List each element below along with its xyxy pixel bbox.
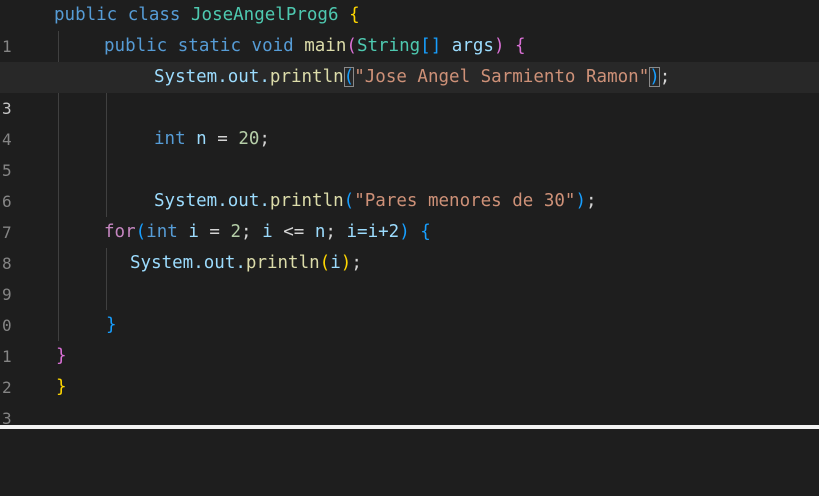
brace: } bbox=[56, 346, 67, 366]
keyword: public bbox=[54, 5, 118, 25]
paren: ( bbox=[135, 222, 147, 242]
semicolon: ; bbox=[241, 222, 252, 242]
operator: = bbox=[209, 222, 220, 242]
code-line[interactable]: 6 bbox=[0, 155, 819, 211]
code-line[interactable]: 1 } bbox=[0, 310, 819, 366]
semicolon: ; bbox=[659, 67, 671, 87]
code-line[interactable]: 4 bbox=[0, 93, 819, 149]
variable: i bbox=[330, 253, 341, 273]
paren: ) bbox=[493, 36, 505, 56]
paren: ) bbox=[399, 222, 410, 242]
code-line[interactable]: 1 public class JoseAngelProg6 { bbox=[0, 0, 819, 56]
semicolon: ; bbox=[351, 253, 362, 273]
code-line[interactable]: 8 for(int i = 2; i <= n; i=i+2) { bbox=[0, 217, 819, 273]
code-line[interactable]: 9 System.out.println(i); bbox=[0, 248, 819, 304]
system-out: System.out. bbox=[130, 253, 246, 273]
paren-match: ( bbox=[343, 67, 355, 87]
string-literal: "Pares menores de 30" bbox=[354, 191, 576, 211]
semicolon: ; bbox=[586, 191, 597, 211]
parameter: args bbox=[451, 36, 494, 56]
class-name: JoseAngelProg6 bbox=[191, 5, 339, 25]
paren-match: ) bbox=[649, 67, 660, 87]
bottom-border bbox=[0, 425, 819, 429]
keyword: int bbox=[146, 222, 178, 242]
code-line[interactable]: 0 bbox=[0, 279, 819, 335]
keyword: int bbox=[154, 129, 186, 149]
semicolon: ; bbox=[325, 222, 336, 242]
keyword: void bbox=[251, 36, 294, 56]
system-out: System.out. bbox=[154, 191, 270, 211]
paren: ) bbox=[340, 253, 352, 273]
operator: = bbox=[217, 129, 228, 149]
type-name: String bbox=[356, 36, 421, 56]
paren: ( bbox=[346, 36, 357, 56]
code-line-current[interactable]: 3 System.out.println("Jose Angel Sarmien… bbox=[0, 62, 819, 118]
brace: { bbox=[420, 222, 431, 242]
loop-update: i=i+2 bbox=[346, 222, 400, 242]
code-line[interactable]: 7 System.out.println("Pares menores de 3… bbox=[0, 186, 819, 242]
system-out: System.out. bbox=[154, 67, 270, 87]
paren: ) bbox=[575, 191, 587, 211]
brace: { bbox=[515, 36, 526, 56]
method-name: main bbox=[304, 36, 347, 56]
string-literal: "Jose Angel Sarmiento Ramon" bbox=[354, 67, 650, 87]
brace: { bbox=[349, 5, 360, 25]
variable: i bbox=[188, 222, 199, 242]
paren: ( bbox=[343, 191, 355, 211]
keyword: public bbox=[104, 36, 168, 56]
operator: <= bbox=[283, 222, 305, 242]
line-number: 3 bbox=[2, 409, 12, 428]
variable: n bbox=[314, 222, 326, 242]
method-call: println bbox=[269, 67, 344, 87]
keyword: static bbox=[177, 36, 241, 56]
code-editor[interactable]: 1 public class JoseAngelProg6 { 2 public… bbox=[0, 0, 819, 429]
brace: } bbox=[106, 315, 117, 335]
method-call: println bbox=[245, 253, 320, 273]
keyword-control: for bbox=[104, 222, 136, 242]
variable: n bbox=[196, 129, 207, 149]
code-line[interactable]: 3 } bbox=[0, 372, 819, 428]
paren: ( bbox=[319, 253, 331, 273]
method-call: println bbox=[269, 191, 344, 211]
code-line[interactable]: 2 public static void main(String[] args)… bbox=[0, 31, 819, 87]
semicolon: ; bbox=[259, 129, 270, 149]
number-literal: 20 bbox=[238, 129, 260, 149]
number-literal: 2 bbox=[230, 222, 242, 242]
variable: i bbox=[262, 222, 273, 242]
bracket: [] bbox=[420, 36, 442, 56]
code-line[interactable]: 5 int n = 20; bbox=[0, 124, 819, 180]
brace: } bbox=[56, 377, 67, 397]
keyword: class bbox=[127, 5, 181, 25]
code-line[interactable]: 2 } bbox=[0, 341, 819, 397]
